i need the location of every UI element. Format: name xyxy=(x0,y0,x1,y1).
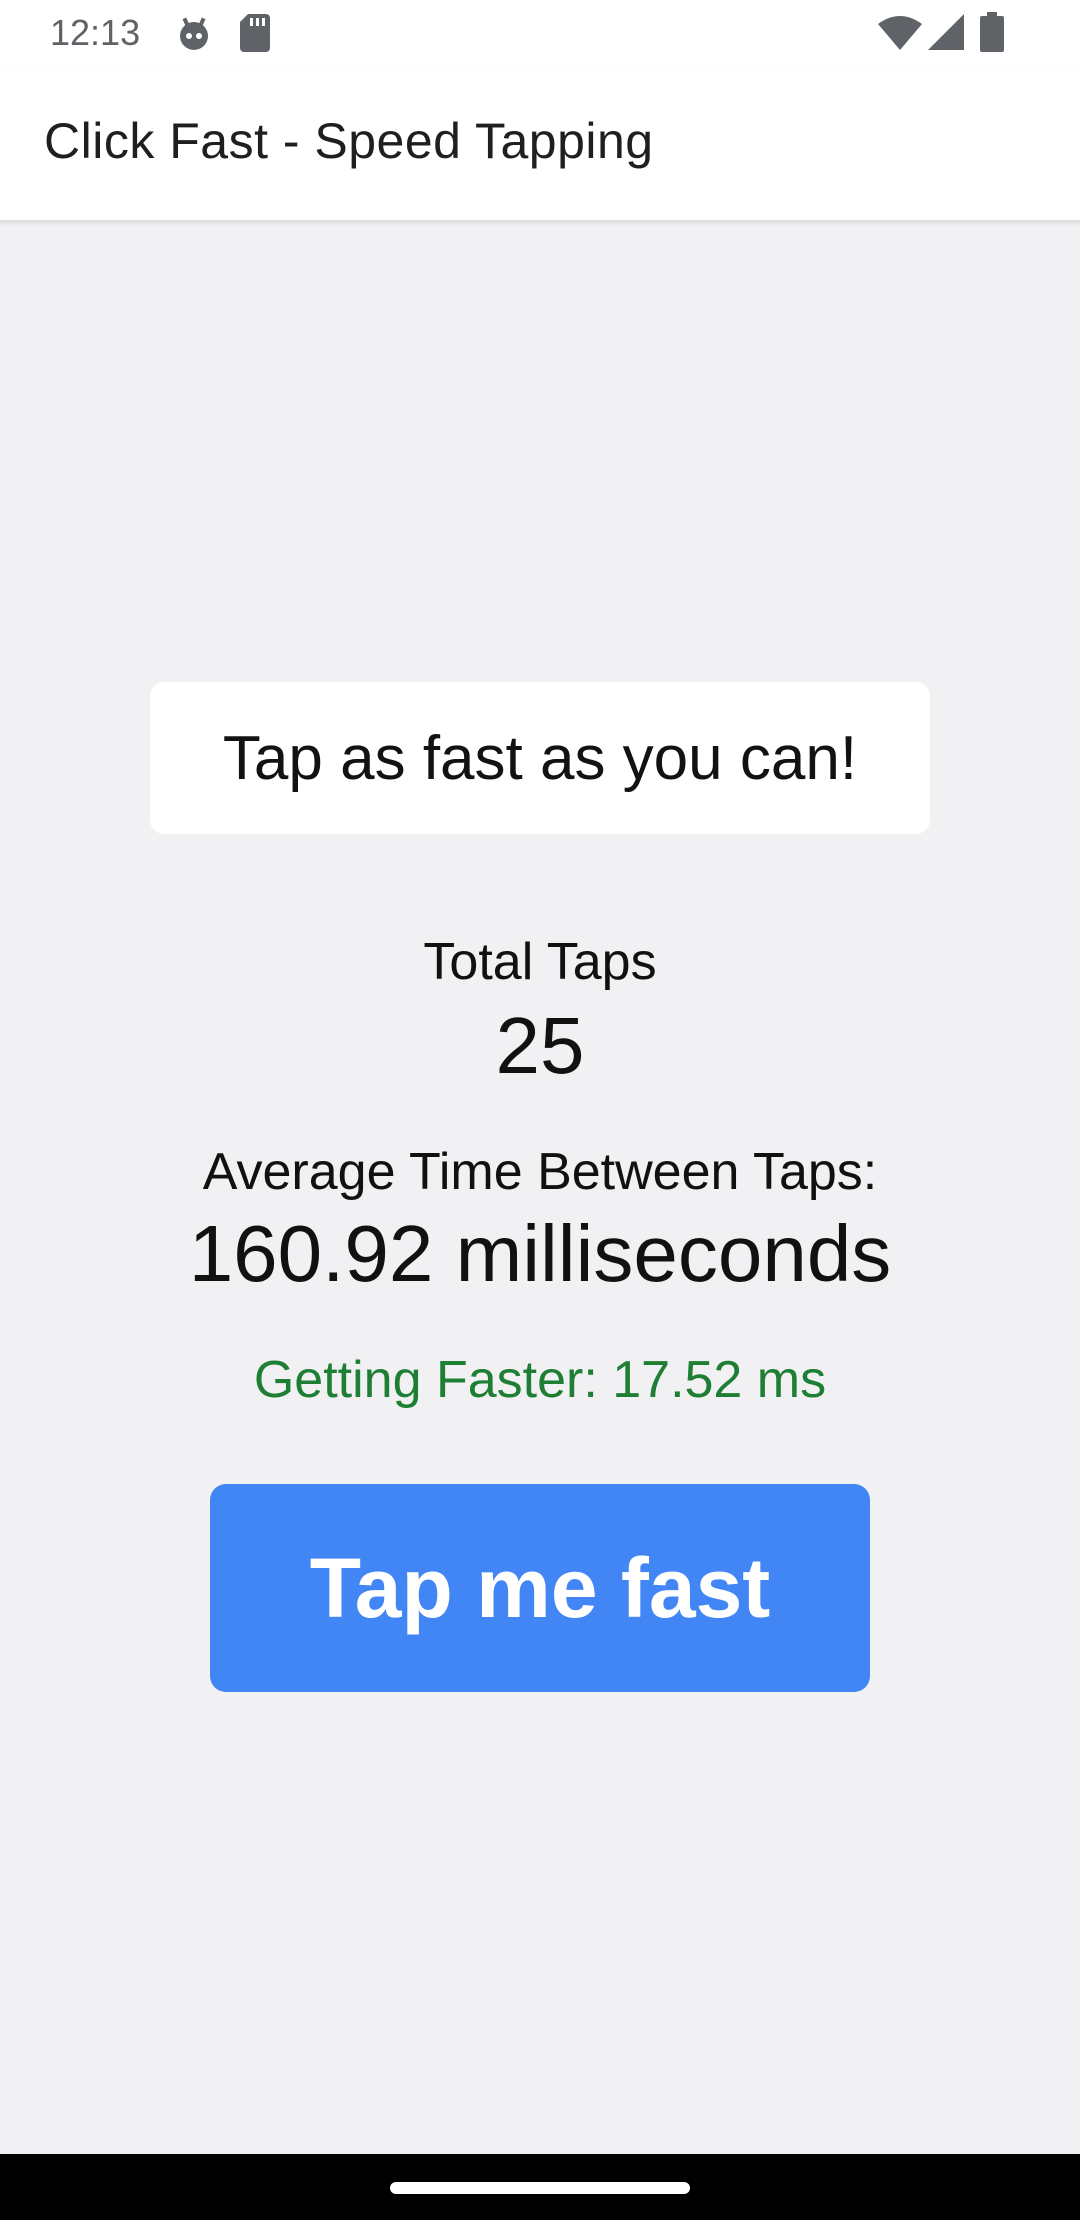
average-time-value: 160.92 milliseconds xyxy=(188,1209,892,1298)
average-time-label: Average Time Between Taps: xyxy=(202,1143,878,1201)
app-title: Click Fast - Speed Tapping xyxy=(44,113,654,169)
wifi-icon xyxy=(878,16,922,50)
app-screen: 12:13 Click Fast - Speed Tapping Tap as … xyxy=(0,0,1080,2220)
cell-signal-icon xyxy=(928,14,964,50)
app-bar: Click Fast - Speed Tapping xyxy=(0,66,1080,221)
battery-icon xyxy=(980,12,1004,52)
prompt-text: Tap as fast as you can! xyxy=(222,723,858,793)
status-bar: 12:13 xyxy=(0,0,1080,66)
total-taps-value: 25 xyxy=(495,1001,585,1090)
tap-me-fast-button[interactable]: Tap me fast xyxy=(210,1484,870,1692)
sd-card-icon xyxy=(240,14,270,52)
navigation-bar xyxy=(0,2154,1080,2220)
total-taps-label: Total Taps xyxy=(423,933,657,991)
trend-text: Getting Faster: 17.52 ms xyxy=(253,1351,827,1409)
home-gesture-handle[interactable] xyxy=(390,2182,690,2194)
android-debug-icon xyxy=(180,17,208,50)
status-time: 12:13 xyxy=(50,12,141,53)
prompt-card: Tap as fast as you can! xyxy=(150,682,930,834)
